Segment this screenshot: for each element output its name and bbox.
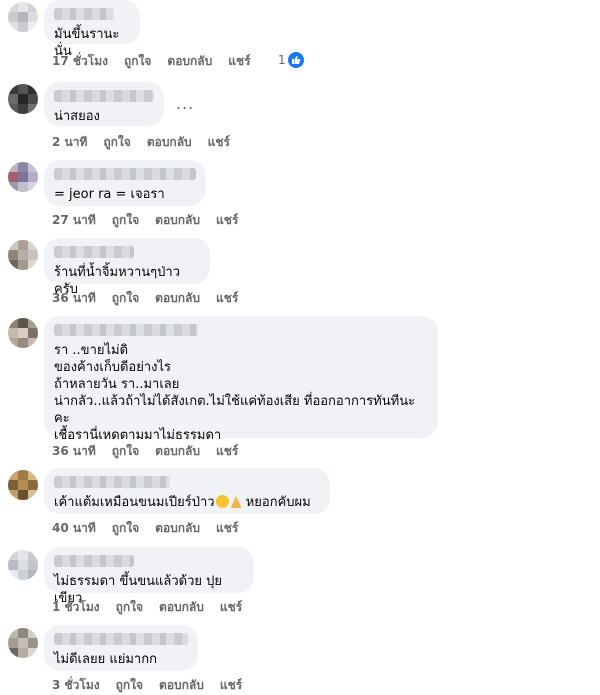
avatar[interactable]	[8, 550, 38, 580]
author-name-blurred[interactable]	[54, 324, 198, 336]
comment-time[interactable]: 1 ชั่วโมง	[52, 598, 100, 617]
comment-time[interactable]: 36 นาที	[52, 289, 96, 308]
comment-text: รา ..ขายไม่ดิ ของค้างเก็บดีอย่างไร ถ้าหล…	[54, 343, 416, 443]
comment-bubble: มันขึ้นรานะนั่น	[44, 0, 140, 59]
reply-button[interactable]: ตอบกลับ	[159, 676, 204, 695]
reply-button[interactable]: ตอบกลับ	[167, 52, 212, 71]
comment-time[interactable]: 27 นาที	[52, 211, 96, 230]
comment-text-part: เค้าแต้มเหมือนขนมเปียร์ป่าว	[54, 495, 215, 510]
reply-button[interactable]: ตอบกลับ	[159, 598, 204, 617]
comment-actions: 1 ชั่วโมง ถูกใจ ตอบกลับ แชร์	[52, 598, 242, 617]
avatar[interactable]	[8, 628, 38, 658]
reaction-summary[interactable]: 1	[278, 52, 304, 68]
reply-button[interactable]: ตอบกลับ	[155, 289, 200, 308]
like-button[interactable]: ถูกใจ	[112, 442, 139, 461]
comment-bubble: ร้านที่น้ำจิ้มหวานๆป่าวครับ	[44, 238, 210, 297]
praying-hands-emoji-icon	[230, 496, 242, 508]
author-name-blurred[interactable]	[54, 633, 188, 645]
avatar[interactable]	[8, 318, 38, 348]
comment-actions: 2 นาที ถูกใจ ตอบกลับ แชร์	[52, 133, 230, 152]
avatar[interactable]	[8, 470, 38, 500]
like-button[interactable]: ถูกใจ	[124, 52, 151, 71]
comment-actions: 40 นาที ถูกใจ ตอบกลับ แชร์	[52, 519, 238, 538]
reply-button[interactable]: ตอบกลับ	[155, 519, 200, 538]
share-button[interactable]: แชร์	[220, 598, 242, 617]
share-button[interactable]: แชร์	[220, 676, 242, 695]
comment-bubble: รา ..ขายไม่ดิ ของค้างเก็บดีอย่างไร ถ้าหล…	[44, 316, 438, 443]
avatar[interactable]	[8, 2, 38, 32]
avatar[interactable]	[8, 84, 38, 114]
avatar[interactable]	[8, 240, 38, 270]
share-button[interactable]: แชร์	[228, 52, 250, 71]
author-name-blurred[interactable]	[54, 90, 154, 102]
comment-time[interactable]: 36 นาที	[52, 442, 96, 461]
rolling-laughing-emoji-icon	[215, 495, 229, 508]
comment-text-part: หยอกคับผม	[241, 495, 311, 510]
like-button[interactable]: ถูกใจ	[112, 211, 139, 230]
comment-bubble: น่าสยอง	[44, 82, 164, 126]
reply-button[interactable]: ตอบกลับ	[147, 133, 192, 152]
comment-bubble: = jeor ra = เจอรา	[44, 160, 206, 206]
comment-bubble: ไม่ธรรมดา ขึ้นขนแล้วด้วย ปุยเขียว	[44, 547, 254, 606]
reaction-count: 1	[278, 53, 286, 67]
comment-actions: 36 นาที ถูกใจ ตอบกลับ แชร์	[52, 442, 238, 461]
like-button[interactable]: ถูกใจ	[112, 519, 139, 538]
reply-button[interactable]: ตอบกลับ	[155, 211, 200, 230]
comment-time[interactable]: 17 ชั่วโมง	[52, 52, 108, 71]
comment-text: น่าสยอง	[54, 109, 100, 124]
share-button[interactable]: แชร์	[216, 289, 238, 308]
comment-bubble: เค้าแต้มเหมือนขนมเปียร์ป่าว หยอกคับผม	[44, 468, 330, 514]
avatar[interactable]	[8, 162, 38, 192]
share-button[interactable]: แชร์	[216, 519, 238, 538]
more-options-icon[interactable]: ...	[176, 94, 194, 113]
comment-actions: 36 นาที ถูกใจ ตอบกลับ แชร์	[52, 289, 238, 308]
author-name-blurred[interactable]	[54, 168, 196, 180]
like-button[interactable]: ถูกใจ	[116, 676, 143, 695]
share-button[interactable]: แชร์	[216, 211, 238, 230]
author-name-blurred[interactable]	[54, 8, 114, 20]
author-name-blurred[interactable]	[54, 555, 134, 567]
comment-time[interactable]: 3 ชั่วโมง	[52, 676, 100, 695]
thumbs-up-icon	[287, 52, 304, 68]
comment-text: = jeor ra = เจอรา	[54, 187, 165, 202]
share-button[interactable]: แชร์	[216, 442, 238, 461]
comment-bubble: ไม่ดีเลยย แย่มากก	[44, 625, 198, 671]
author-name-blurred[interactable]	[54, 476, 170, 488]
like-button[interactable]: ถูกใจ	[112, 289, 139, 308]
comment-actions: 17 ชั่วโมง ถูกใจ ตอบกลับ แชร์	[52, 52, 251, 71]
author-name-blurred[interactable]	[54, 246, 134, 258]
comment-text: เค้าแต้มเหมือนขนมเปียร์ป่าว หยอกคับผม	[54, 494, 320, 511]
reply-button[interactable]: ตอบกลับ	[155, 442, 200, 461]
share-button[interactable]: แชร์	[208, 133, 230, 152]
comment-actions: 3 ชั่วโมง ถูกใจ ตอบกลับ แชร์	[52, 676, 242, 695]
comment-time[interactable]: 40 นาที	[52, 519, 96, 538]
comment-text: ไม่ดีเลยย แย่มากก	[54, 652, 157, 667]
comment-actions: 27 นาที ถูกใจ ตอบกลับ แชร์	[52, 211, 238, 230]
like-button[interactable]: ถูกใจ	[103, 133, 130, 152]
like-button[interactable]: ถูกใจ	[116, 598, 143, 617]
comment-time[interactable]: 2 นาที	[52, 133, 87, 152]
